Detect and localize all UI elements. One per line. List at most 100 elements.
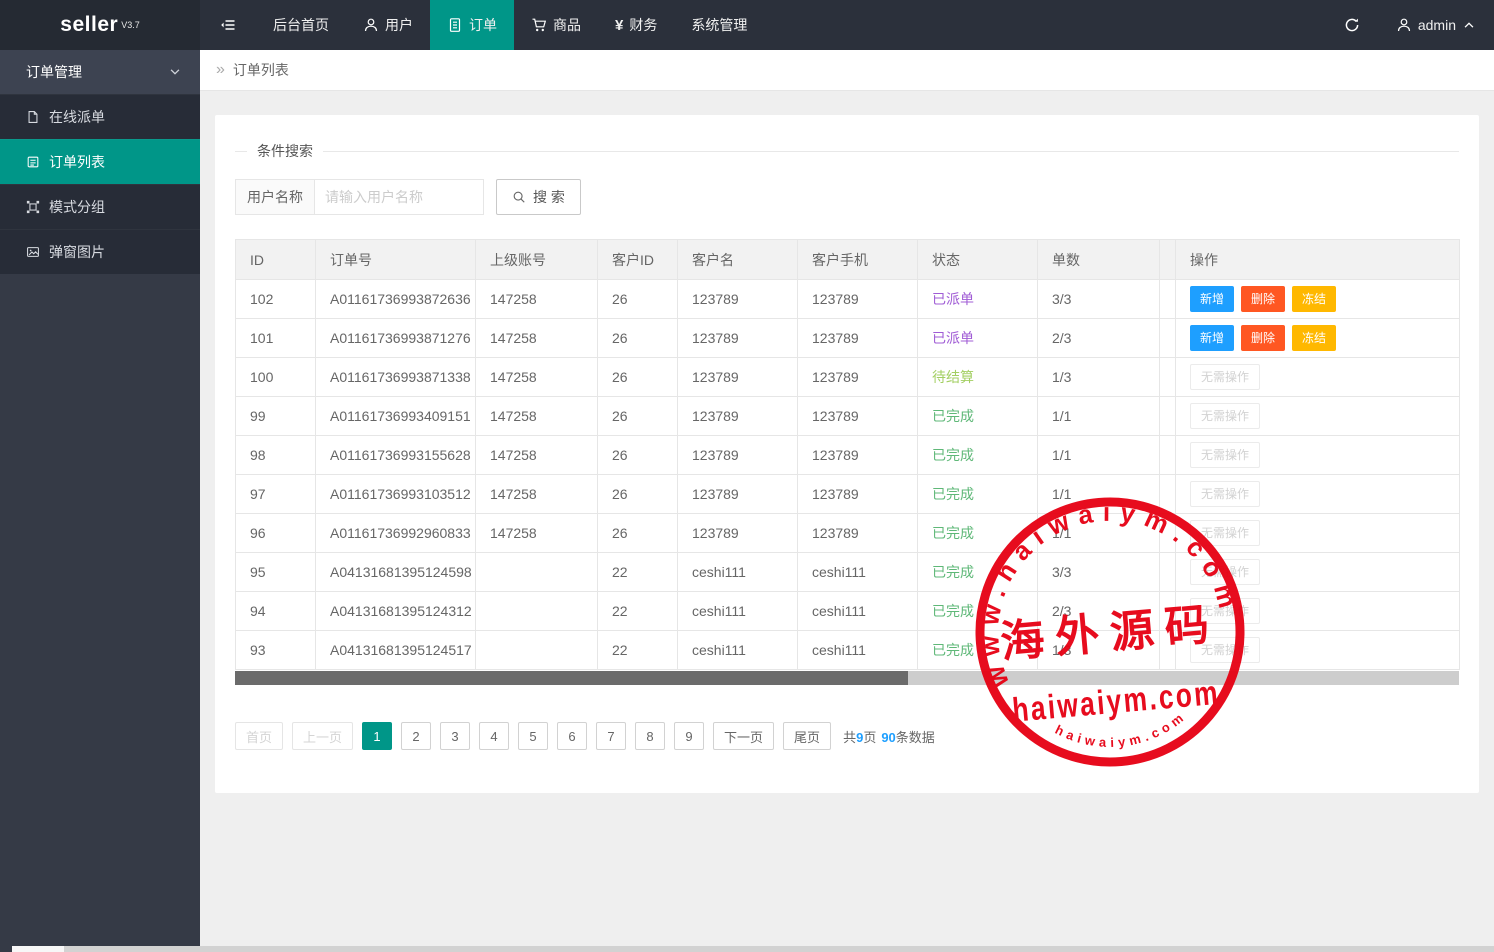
cell-spacer [1160,397,1176,436]
table-scrollbar-thumb[interactable] [235,671,908,685]
page-button-5[interactable]: 5 [518,722,548,750]
cell-spacer [1160,280,1176,319]
search-button[interactable]: 搜 索 [496,179,581,215]
cell-customer-id: 22 [598,631,678,670]
table-horizontal-scrollbar[interactable] [235,671,1459,685]
page-button-3[interactable]: 3 [440,722,470,750]
sidebar-item-order-list[interactable]: 订单列表 [0,139,200,184]
status-text: 待结算 [932,369,974,385]
cell-id: 101 [236,319,316,358]
summary-pages-unit: 页 [863,730,876,745]
sidebar-item-popup-images[interactable]: 弹窗图片 [0,229,200,274]
cell-status: 已派单 [918,319,1038,358]
cell-status: 已完成 [918,631,1038,670]
cell-customer-phone: 123789 [798,514,918,553]
cell-status: 已完成 [918,592,1038,631]
sidebar-item-mode-groups[interactable]: 模式分组 [0,184,200,229]
next-page-button[interactable]: 下一页 [713,722,774,750]
cell-count: 1/1 [1038,397,1160,436]
refresh-button[interactable] [1326,0,1378,50]
delete-button[interactable]: 删除 [1241,325,1285,351]
cell-count: 2/3 [1038,319,1160,358]
page-horizontal-scrollbar[interactable] [0,946,1494,952]
username-input[interactable] [315,180,483,214]
prev-page-button: 上一页 [292,722,353,750]
image-icon [26,245,40,259]
cell-parent-account [476,553,598,592]
yen-icon: ¥ [615,18,623,33]
chevron-down-icon [168,65,182,79]
status-text: 已完成 [932,603,974,619]
page-button-2[interactable]: 2 [401,722,431,750]
cell-status: 已完成 [918,397,1038,436]
nav-item-label: 系统管理 [691,15,747,35]
freeze-button[interactable]: 冻结 [1292,325,1336,351]
nav-item-finance[interactable]: ¥ 财务 [598,0,674,50]
delete-button[interactable]: 删除 [1241,286,1285,312]
cell-count: 1/1 [1038,475,1160,514]
cell-id: 100 [236,358,316,397]
cell-actions: 无需操作 [1176,592,1460,631]
nav-item-system[interactable]: 系统管理 [674,0,764,50]
freeze-button[interactable]: 冻结 [1292,286,1336,312]
sidebar-collapse-button[interactable] [200,0,256,50]
cell-id: 97 [236,475,316,514]
breadcrumb: » 订单列表 [200,50,1494,91]
nav-item-users[interactable]: 用户 [346,0,430,50]
order-table-wrap: ID 订单号 上级账号 客户ID 客户名 客户手机 状态 单数 操作 102A0… [235,239,1459,670]
table-row: 100A011617369938713381472582612378912378… [236,358,1460,397]
status-text: 已完成 [932,447,974,463]
page-button-6[interactable]: 6 [557,722,587,750]
cell-customer-phone: 123789 [798,319,918,358]
table-row: 97A0116173699310351214725826123789123789… [236,475,1460,514]
order-table-body: 102A011617369938726361472582612378912378… [236,280,1460,670]
status-text: 已完成 [932,564,974,580]
cell-customer-id: 26 [598,397,678,436]
cell-parent-account: 147258 [476,397,598,436]
cell-count: 3/3 [1038,553,1160,592]
cell-customer-id: 26 [598,358,678,397]
cell-customer-name: 123789 [678,475,798,514]
no-action-button: 无需操作 [1190,481,1260,507]
nav-item-dashboard[interactable]: 后台首页 [256,0,346,50]
cell-parent-account: 147258 [476,319,598,358]
cell-customer-name: 123789 [678,514,798,553]
nav-item-products[interactable]: 商品 [514,0,598,50]
page-button-7[interactable]: 7 [596,722,626,750]
cell-spacer [1160,358,1176,397]
nav-item-orders[interactable]: 订单 [430,0,514,50]
cell-order-no: A01161736993872636 [316,280,476,319]
cell-customer-name: ceshi111 [678,553,798,592]
cell-status: 待结算 [918,358,1038,397]
status-text: 已完成 [932,408,974,424]
user-menu[interactable]: admin [1378,0,1494,50]
column-header-customer-phone: 客户手机 [798,240,918,280]
cell-customer-id: 26 [598,475,678,514]
add-button[interactable]: 新增 [1190,325,1234,351]
cell-id: 93 [236,631,316,670]
cell-order-no: A01161736993871276 [316,319,476,358]
scrollbar-corner [0,946,12,952]
chevron-up-icon [1462,18,1476,32]
page-button-4[interactable]: 4 [479,722,509,750]
cell-customer-name: 123789 [678,319,798,358]
nav-item-label: 商品 [553,15,581,35]
last-page-button[interactable]: 尾页 [783,722,831,750]
page-scrollbar-track[interactable] [64,946,1494,952]
cell-customer-phone: 123789 [798,436,918,475]
cell-count: 3/3 [1038,280,1160,319]
page-button-9[interactable]: 9 [674,722,704,750]
cell-status: 已完成 [918,514,1038,553]
cell-customer-name: ceshi111 [678,592,798,631]
add-button[interactable]: 新增 [1190,286,1234,312]
nav-item-label: 后台首页 [273,15,329,35]
page-scrollbar-thumb[interactable] [12,946,64,952]
cell-actions: 无需操作 [1176,436,1460,475]
page-button-1[interactable]: 1 [362,722,392,750]
sidebar-item-online-dispatch[interactable]: 在线派单 [0,94,200,139]
sidebar-group-order-management[interactable]: 订单管理 [0,50,200,94]
cell-count: 1/1 [1038,436,1160,475]
cell-customer-name: 123789 [678,436,798,475]
page-button-8[interactable]: 8 [635,722,665,750]
pagination: 首页 上一页 123456789 下一页 尾页 共9页90条数据 [235,722,1459,750]
